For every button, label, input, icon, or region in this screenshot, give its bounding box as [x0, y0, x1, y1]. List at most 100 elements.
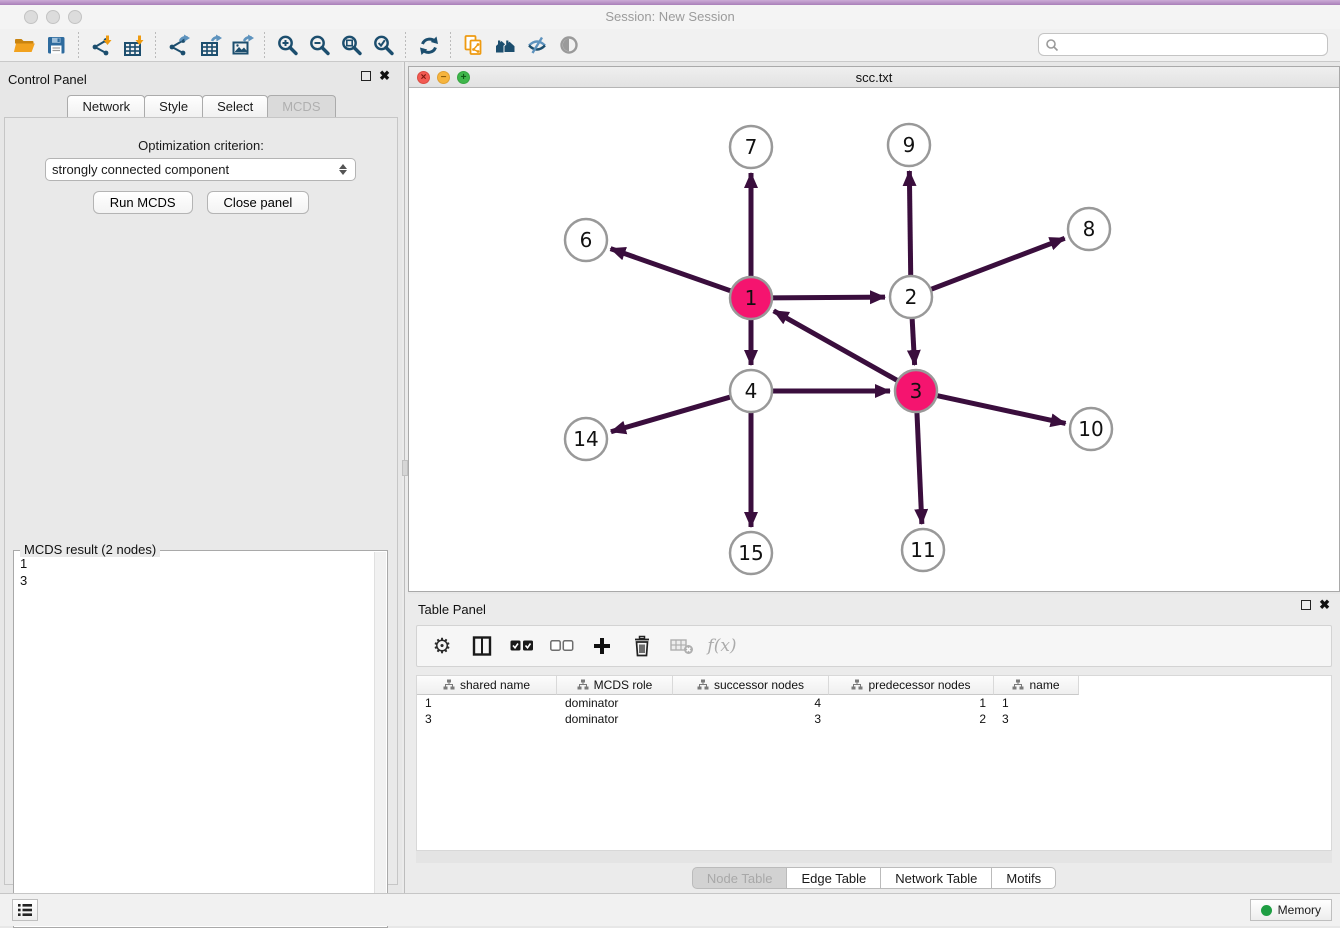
float-table-panel-icon[interactable] — [1301, 600, 1311, 610]
zoom-selected-button[interactable] — [367, 31, 399, 59]
table-cell[interactable]: dominator — [557, 695, 673, 711]
table-row[interactable]: 3dominator323 — [417, 711, 1079, 727]
search-input[interactable] — [1059, 38, 1327, 52]
table-toolbar: ⚙f(x) — [416, 625, 1332, 667]
close-panel-button[interactable]: Close panel — [207, 191, 310, 214]
node-7-label: 7 — [745, 135, 758, 159]
column-header-successor-nodes[interactable]: successor nodes — [673, 676, 829, 695]
node-10-label: 10 — [1078, 417, 1103, 441]
mcds-result-box: MCDS result (2 nodes) 1 3 — [13, 550, 388, 928]
first-neighbors-button[interactable] — [489, 31, 521, 59]
table-row[interactable]: 1dominator411 — [417, 695, 1079, 711]
float-panel-icon[interactable] — [361, 71, 371, 81]
table-scroll-strip[interactable] — [416, 851, 1332, 863]
table-cell[interactable]: 1 — [994, 695, 1079, 711]
network-window-titlebar[interactable]: × − + scc.txt — [409, 67, 1339, 88]
table-panel: Table Panel ✖ ⚙f(x) shared nameMCDS role… — [408, 594, 1340, 893]
table-cell[interactable]: 3 — [673, 711, 829, 727]
delete-column-button[interactable] — [629, 633, 655, 659]
run-mcds-button[interactable]: Run MCDS — [93, 191, 193, 214]
toolbar-separator — [405, 32, 406, 58]
show-all-icon — [558, 34, 581, 56]
export-table-button[interactable] — [194, 31, 226, 59]
memory-button[interactable]: Memory — [1250, 899, 1332, 921]
application-window: Session: New Session Control Panel ✖ Net… — [0, 0, 1340, 926]
table-tabs: Node TableEdge TableNetwork TableMotifs — [408, 867, 1340, 889]
refresh-button[interactable] — [412, 31, 444, 59]
export-network-button[interactable] — [162, 31, 194, 59]
open-file-icon — [13, 34, 36, 56]
column-header-MCDS-role[interactable]: MCDS role — [557, 676, 673, 695]
tab-edge-table[interactable]: Edge Table — [787, 867, 881, 889]
zoom-out-button[interactable] — [303, 31, 335, 59]
close-panel-icon[interactable]: ✖ — [379, 71, 390, 81]
edge-3-10[interactable] — [935, 395, 1066, 423]
mcds-result-text[interactable]: 1 3 — [20, 555, 373, 925]
tab-motifs[interactable]: Motifs — [992, 867, 1056, 889]
search-field[interactable] — [1038, 33, 1328, 56]
edge-1-6[interactable] — [611, 249, 734, 292]
show-panels-button[interactable] — [12, 899, 38, 921]
show-all-button[interactable] — [553, 31, 585, 59]
memory-label: Memory — [1278, 903, 1321, 917]
tab-node-table[interactable]: Node Table — [692, 867, 788, 889]
search-icon — [1045, 38, 1059, 52]
close-table-panel-icon[interactable]: ✖ — [1319, 600, 1330, 610]
export-image-button[interactable] — [226, 31, 258, 59]
edge-2-8[interactable] — [929, 238, 1065, 290]
copy-style-button[interactable] — [457, 31, 489, 59]
edge-2-9[interactable] — [909, 171, 910, 278]
result-scrollbar[interactable] — [374, 552, 386, 926]
open-file-button[interactable] — [8, 31, 40, 59]
tab-mcds[interactable]: MCDS — [267, 95, 335, 117]
criterion-dropdown[interactable]: strongly connected component — [45, 158, 356, 181]
edge-3-11[interactable] — [917, 410, 922, 524]
table-cell[interactable]: 1 — [417, 695, 557, 711]
zoom-fit-button[interactable] — [335, 31, 367, 59]
tab-select[interactable]: Select — [202, 95, 268, 117]
hide-selected-button[interactable] — [521, 31, 553, 59]
edge-1-2[interactable] — [770, 297, 885, 298]
column-header-shared-name[interactable]: shared name — [417, 676, 557, 695]
export-image-icon — [231, 34, 254, 56]
edge-4-14[interactable] — [611, 396, 733, 431]
column-header-name[interactable]: name — [994, 676, 1079, 695]
zoom-in-icon — [276, 34, 299, 56]
toolbar-separator — [264, 32, 265, 58]
import-table-icon — [122, 34, 145, 56]
clear-selection-button[interactable] — [549, 633, 575, 659]
settings-button[interactable]: ⚙ — [429, 633, 455, 659]
select-all-button[interactable] — [509, 633, 535, 659]
edge-2-3[interactable] — [912, 316, 915, 365]
tab-network[interactable]: Network — [67, 95, 145, 117]
tab-network-table[interactable]: Network Table — [881, 867, 992, 889]
control-panel: Control Panel ✖ NetworkStyleSelectMCDS O… — [0, 62, 402, 893]
table-cell[interactable]: dominator — [557, 711, 673, 727]
table-cell[interactable]: 3 — [417, 711, 557, 727]
add-column-button[interactable] — [589, 633, 615, 659]
node-table[interactable]: shared nameMCDS role successor nodes prede… — [416, 675, 1332, 851]
criterion-dropdown-value: strongly connected component — [52, 162, 229, 177]
columns-button[interactable] — [469, 633, 495, 659]
window-title: Session: New Session — [0, 9, 1340, 24]
toolbar-separator — [155, 32, 156, 58]
save-session-button[interactable] — [40, 31, 72, 59]
list-icon — [17, 903, 33, 917]
zoom-in-button[interactable] — [271, 31, 303, 59]
table-cell[interactable]: 4 — [673, 695, 829, 711]
save-session-icon — [45, 34, 68, 56]
zoom-selected-icon — [372, 34, 395, 56]
delete-table-button — [669, 633, 695, 659]
table-cell[interactable]: 3 — [994, 711, 1079, 727]
table-cell[interactable]: 1 — [829, 695, 994, 711]
table-cell[interactable]: 2 — [829, 711, 994, 727]
network-graph-canvas[interactable]: 7968124314101511 — [409, 89, 1339, 591]
column-label: successor nodes — [714, 678, 804, 692]
edge-3-1[interactable] — [774, 311, 900, 382]
import-network-button[interactable] — [85, 31, 117, 59]
tab-style[interactable]: Style — [144, 95, 203, 117]
network-view-window: × − + scc.txt 7968124314101511 — [408, 66, 1340, 592]
import-table-button[interactable] — [117, 31, 149, 59]
first-neighbors-icon — [494, 34, 517, 56]
column-header-predecessor-nodes[interactable]: predecessor nodes — [829, 676, 994, 695]
